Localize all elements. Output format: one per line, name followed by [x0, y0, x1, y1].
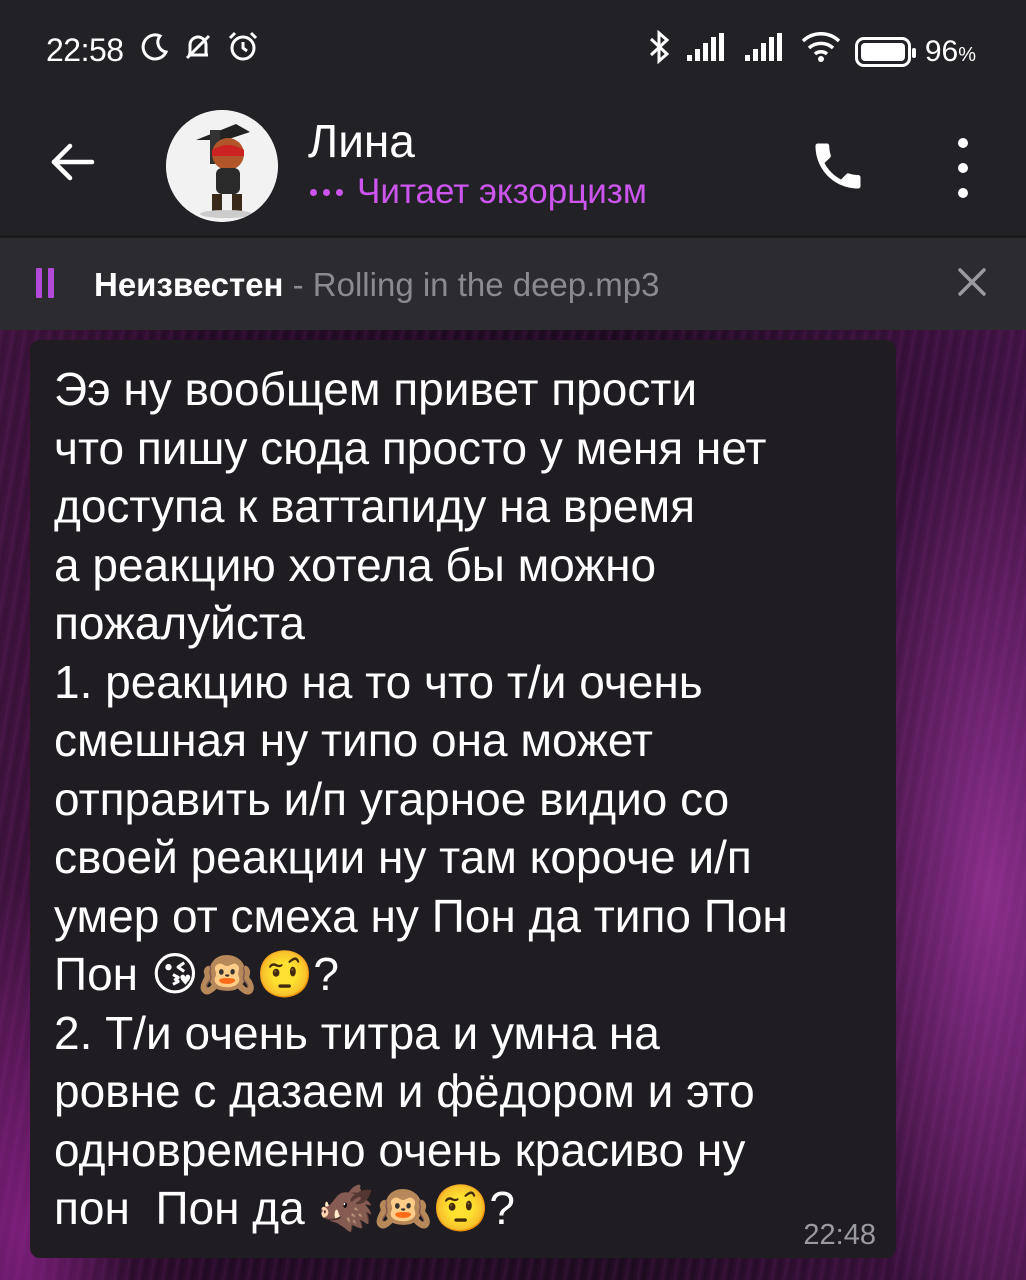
player-track-title: Rolling in the deep.mp3	[312, 266, 660, 303]
contact-status-text: Читает экзорцизм	[357, 172, 647, 211]
battery-level: 96%	[924, 35, 976, 68]
message-bubble[interactable]: Ээ ну вообщем привет прости что пишу сюд…	[30, 340, 896, 1258]
call-button[interactable]	[808, 136, 868, 196]
moon-icon	[140, 32, 170, 72]
status-right-icons: 96%	[647, 29, 976, 74]
status-bar: 22:58 96%	[0, 0, 1026, 100]
message-text: Ээ ну вообщем привет прости что пишу сюд…	[54, 363, 788, 1234]
status-left-icons	[140, 30, 260, 74]
chat-header: Лина Читает экзорцизм	[0, 100, 1026, 235]
battery-icon	[854, 37, 916, 67]
pause-icon[interactable]	[36, 268, 58, 298]
contact-name[interactable]: Лина	[308, 114, 415, 168]
status-time: 22:58	[46, 32, 124, 68]
back-button[interactable]	[48, 132, 98, 192]
wifi-icon	[801, 31, 841, 73]
player-track-info[interactable]: Неизвестен - Rolling in the deep.mp3	[94, 266, 660, 304]
message-timestamp: 22:48	[803, 1219, 876, 1251]
more-options-button[interactable]	[946, 138, 980, 198]
bluetooth-icon	[647, 29, 671, 74]
player-separator: -	[283, 266, 313, 303]
music-player-bar[interactable]: Неизвестен - Rolling in the deep.mp3	[0, 238, 1026, 330]
alarm-icon	[226, 30, 260, 74]
signal-icon	[743, 31, 787, 73]
close-player-button[interactable]	[952, 262, 992, 302]
signal-icon	[685, 31, 729, 73]
bell-off-icon	[182, 31, 214, 73]
avatar[interactable]	[166, 110, 278, 222]
typing-dots-icon	[310, 188, 343, 196]
contact-status: Читает экзорцизм	[310, 172, 647, 212]
player-artist: Неизвестен	[94, 266, 284, 303]
